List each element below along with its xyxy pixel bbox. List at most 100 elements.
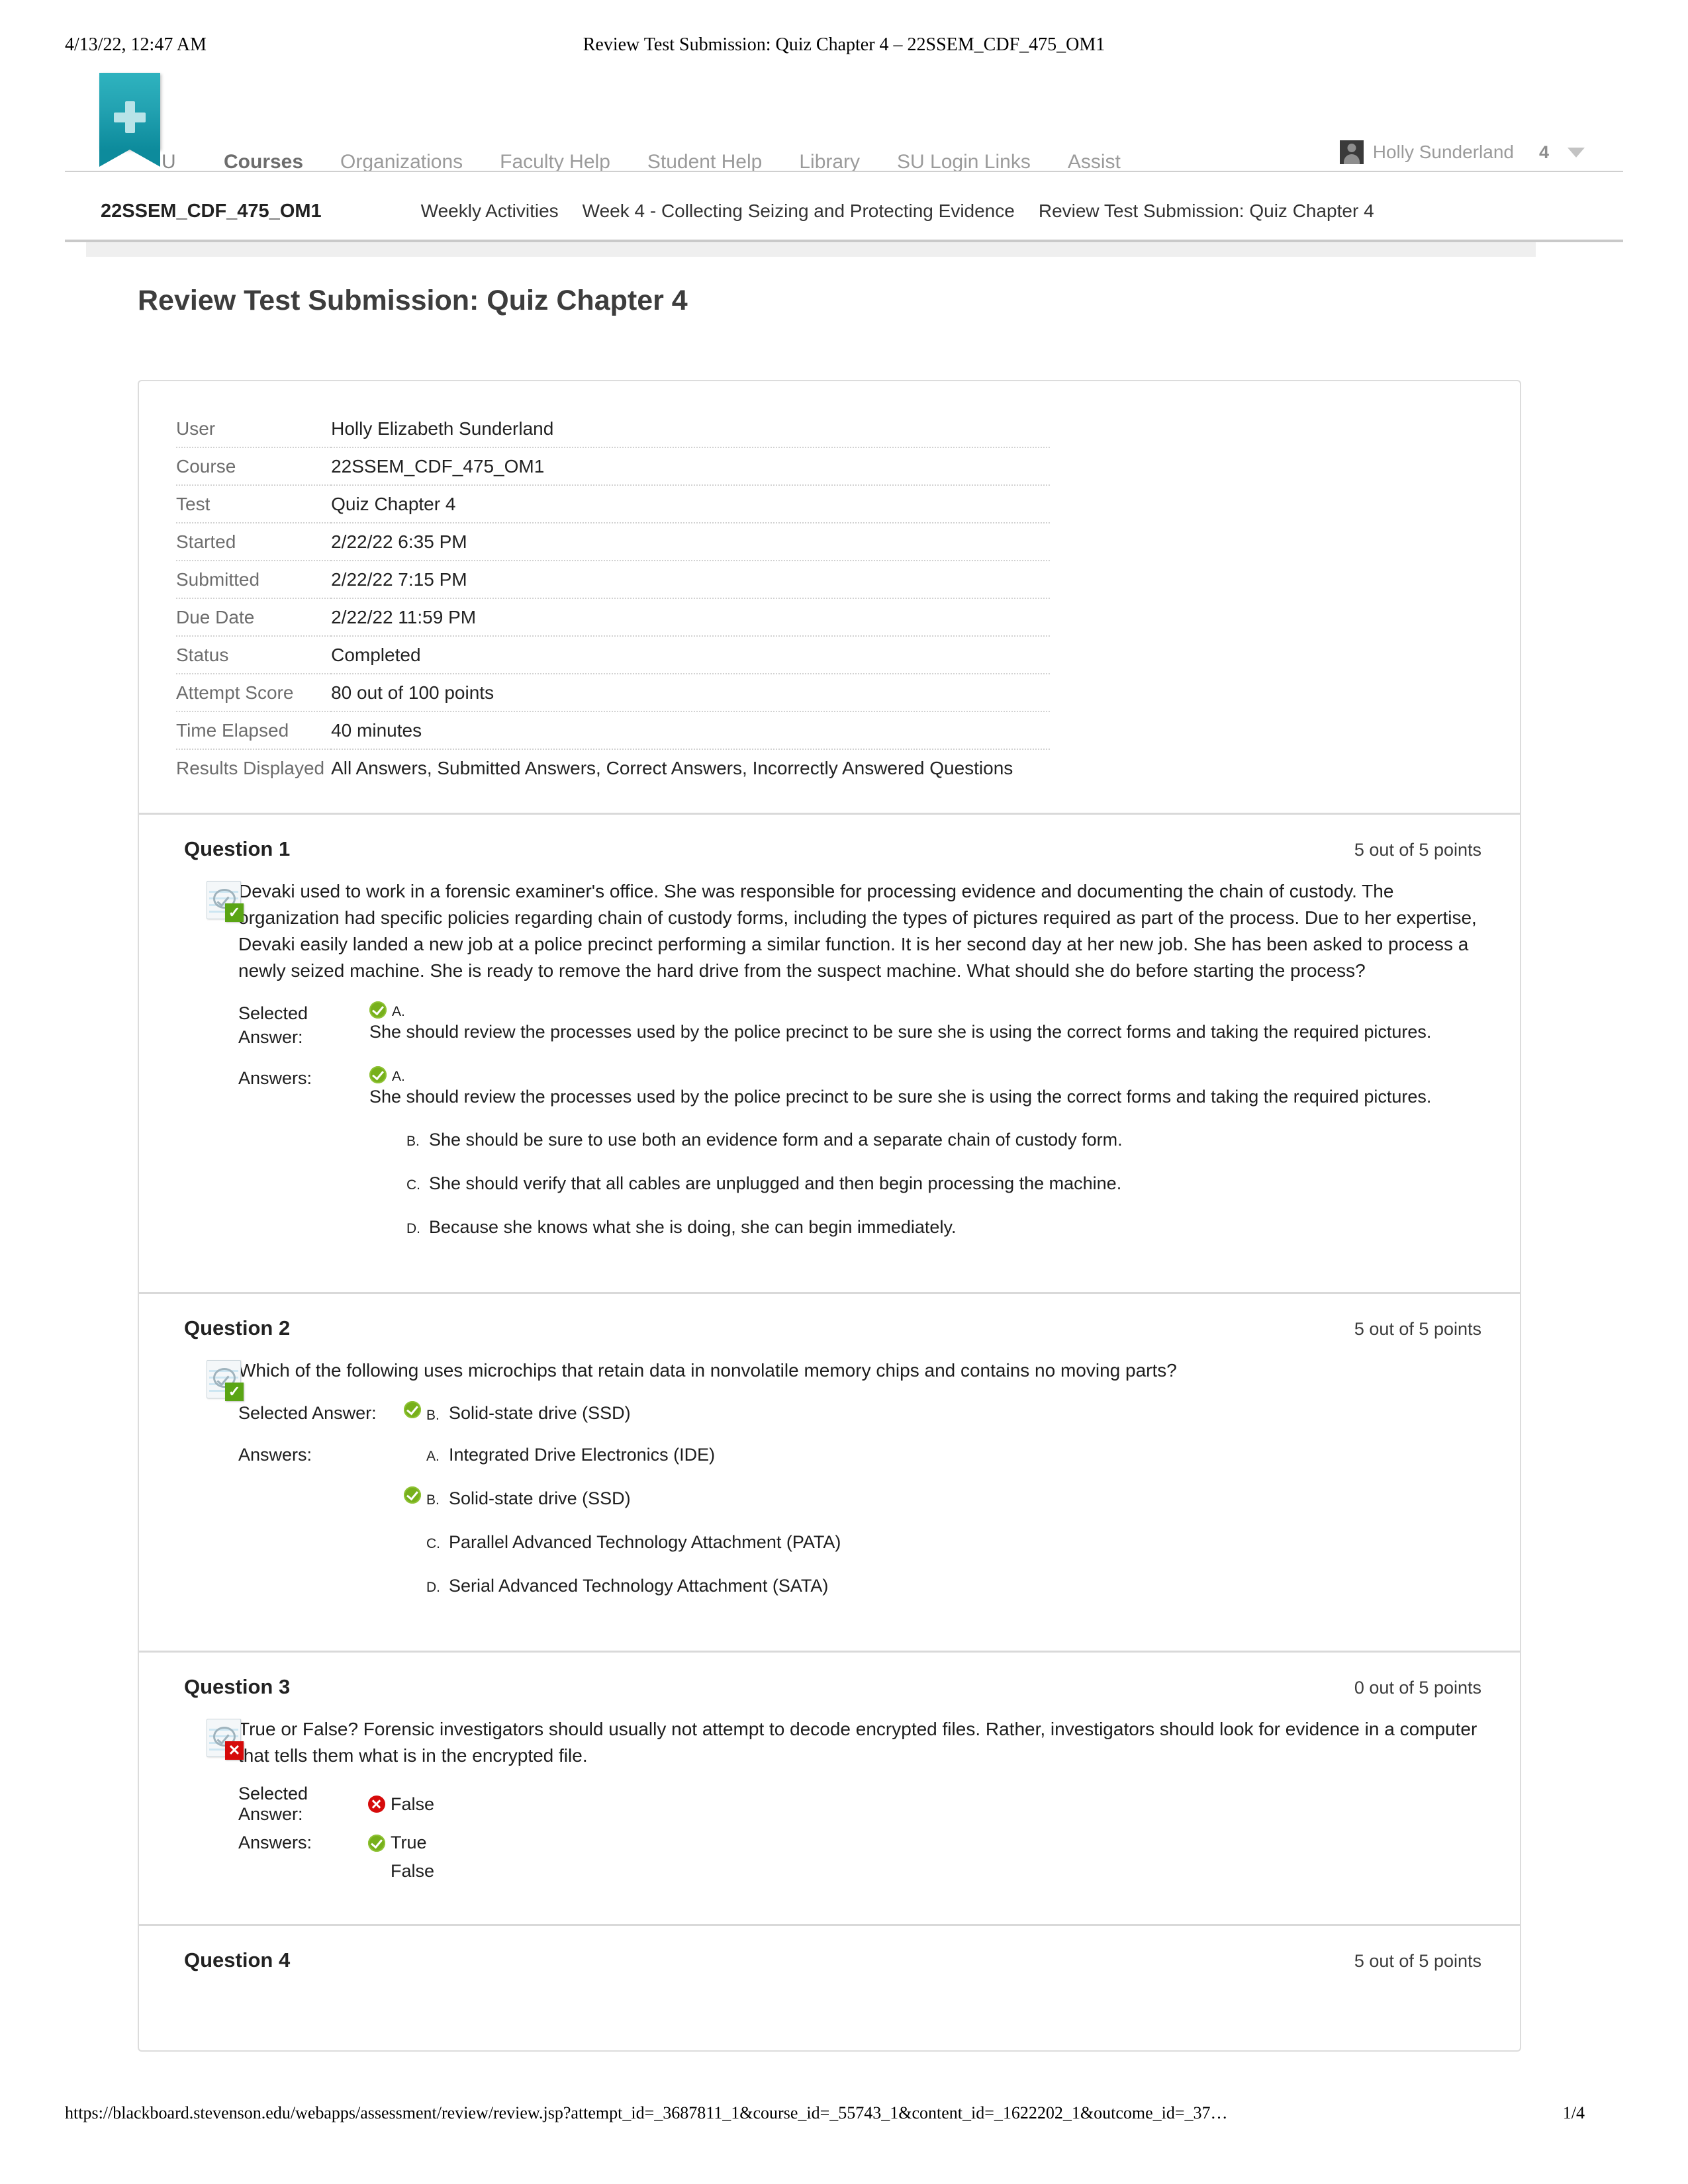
blackboard-ribbon-logo[interactable] xyxy=(99,73,160,167)
answer-text: She should review the processes used by … xyxy=(369,1087,1432,1107)
question-block: Question 1 5 out of 5 points ✓ Devaki us… xyxy=(139,813,1520,1292)
option-text: Serial Advanced Technology Attachment (S… xyxy=(449,1576,829,1596)
correct-mark-icon xyxy=(369,1066,387,1083)
info-key: Status xyxy=(176,636,332,674)
nav-item-su-login-links[interactable]: SU Login Links xyxy=(878,151,1049,173)
option-list: B. She should be sure to use both an evi… xyxy=(369,1128,1480,1239)
correct-mark-icon xyxy=(368,1834,385,1852)
answers-content: A. Integrated Drive Electronics (IDE) B.… xyxy=(404,1443,1480,1617)
answer-text: Solid-state drive (SSD) xyxy=(449,1403,631,1423)
correct-badge-icon: ✓ xyxy=(225,1383,244,1401)
option-letter: B. xyxy=(426,1492,440,1508)
answer-letter: B. xyxy=(426,1408,440,1423)
content-top-shade xyxy=(86,242,1536,257)
selected-answer-row: Selected Answer: False xyxy=(238,1784,1480,1825)
info-value: 40 minutes xyxy=(331,711,1050,750)
nav-item-library[interactable]: Library xyxy=(780,151,878,173)
info-value: Quiz Chapter 4 xyxy=(331,485,1050,523)
table-row: Submitted 2/22/22 7:15 PM xyxy=(176,561,1050,599)
list-item[interactable]: C. Parallel Advanced Technology Attachme… xyxy=(404,1530,1480,1554)
correct-mark-icon xyxy=(404,1486,421,1504)
selected-answer-label: Selected Answer: xyxy=(238,1003,308,1047)
nav-item-courses[interactable]: Courses xyxy=(205,151,322,173)
info-key: Attempt Score xyxy=(176,674,332,712)
answers-label: Answers: xyxy=(238,1833,312,1852)
question-body: ✕ True or False? Forensic investigators … xyxy=(139,1716,1520,1924)
table-row: Started 2/22/22 6:35 PM xyxy=(176,523,1050,561)
info-value: 2/22/22 6:35 PM xyxy=(331,523,1050,561)
question-points: 5 out of 5 points xyxy=(1354,1951,1481,1971)
selected-answer-label: Selected Answer: xyxy=(238,1403,377,1423)
table-row: Results Displayed All Answers, Submitted… xyxy=(176,749,1050,786)
selected-answer-block: Selected Answer: A. She should review th… xyxy=(238,1001,1480,1049)
question-document-icon: ✕ xyxy=(203,1719,244,1760)
nav-item-organizations[interactable]: Organizations xyxy=(322,151,481,173)
incorrect-badge-icon: ✕ xyxy=(225,1741,244,1760)
selected-answer-block: Selected Answer: B. Solid-state drive (S… xyxy=(238,1401,1480,1426)
option-letter: A. xyxy=(426,1449,440,1464)
answers-row: False xyxy=(238,1861,1480,1882)
question-block: Question 4 5 out of 5 points xyxy=(139,1924,1520,2050)
incorrect-mark-icon xyxy=(368,1796,385,1813)
list-item[interactable]: B. She should be sure to use both an evi… xyxy=(369,1128,1480,1152)
option-text[interactable]: False xyxy=(391,1861,434,1882)
option-letter: D. xyxy=(426,1580,440,1595)
breadcrumb-item-weekly-activities[interactable]: Weekly Activities xyxy=(409,201,571,222)
option-text: Parallel Advanced Technology Attachment … xyxy=(449,1532,841,1552)
info-value: 2/22/22 7:15 PM xyxy=(331,561,1050,599)
selected-answer-content: B. Solid-state drive (SSD) xyxy=(404,1401,1480,1426)
breadcrumb-course-id[interactable]: 22SSEM_CDF_475_OM1 xyxy=(101,201,322,222)
nav-links: Courses Organizations Faculty Help Stude… xyxy=(205,151,1139,173)
answers-block: Answers: A. She should review the proces… xyxy=(238,1066,1480,1259)
question-header: Question 4 5 out of 5 points xyxy=(139,1926,1520,1999)
question-points: 5 out of 5 points xyxy=(1354,840,1481,860)
list-item[interactable]: D. Because she knows what she is doing, … xyxy=(369,1215,1480,1239)
breadcrumb-item-week-4[interactable]: Week 4 - Collecting Seizing and Protecti… xyxy=(571,201,1027,222)
breadcrumb-item-review-test-submission: Review Test Submission: Quiz Chapter 4 xyxy=(1038,201,1374,221)
info-value: All Answers, Submitted Answers, Correct … xyxy=(331,758,1013,778)
nav-item-assist[interactable]: Assist xyxy=(1049,151,1139,173)
answers-content: A. She should review the processes used … xyxy=(369,1066,1480,1259)
info-key: Results Displayed xyxy=(176,758,325,778)
table-row: Due Date 2/22/22 11:59 PM xyxy=(176,598,1050,637)
list-item[interactable]: C. She should verify that all cables are… xyxy=(369,1171,1480,1195)
top-navigation: U Courses Organizations Faculty Help Stu… xyxy=(65,66,1623,173)
breadcrumb-trail: Weekly Activities Week 4 - Collecting Se… xyxy=(409,201,1386,222)
question-title: Question 3 xyxy=(184,1675,291,1698)
correct-mark-icon xyxy=(369,1001,387,1019)
table-row: Status Completed xyxy=(176,636,1050,674)
answers-row: Answers: A. She should review the proces… xyxy=(238,1066,1480,1259)
question-points: 5 out of 5 points xyxy=(1354,1319,1481,1339)
nav-item-student-help[interactable]: Student Help xyxy=(629,151,780,173)
question-text: True or False? Forensic investigators sh… xyxy=(238,1719,1477,1766)
user-name: Holly Sunderland xyxy=(1372,142,1514,162)
answers-row: Answers: A. Integrated Drive Electronics… xyxy=(238,1443,1480,1617)
option-text[interactable]: True xyxy=(391,1833,427,1853)
info-key: User xyxy=(176,410,332,448)
info-value: 2/22/22 11:59 PM xyxy=(331,598,1050,637)
list-item[interactable]: D. Serial Advanced Technology Attachment… xyxy=(404,1574,1480,1598)
question-header: Question 1 5 out of 5 points xyxy=(139,815,1520,878)
selected-answer-content: A. She should review the processes used … xyxy=(369,1001,1480,1044)
print-header: 4/13/22, 12:47 AM Review Test Submission… xyxy=(0,34,1688,61)
list-item[interactable]: B. Solid-state drive (SSD) xyxy=(404,1486,1480,1510)
question-text: Devaki used to work in a forensic examin… xyxy=(238,881,1477,981)
chevron-down-icon[interactable] xyxy=(1568,147,1585,158)
option-text: Solid-state drive (SSD) xyxy=(449,1488,631,1508)
no-mark-icon xyxy=(404,1574,421,1591)
info-value: Holly Elizabeth Sunderland xyxy=(331,410,1050,448)
info-value: 80 out of 100 points xyxy=(331,674,1050,712)
nav-item-faculty-help[interactable]: Faculty Help xyxy=(481,151,629,173)
option-letter: D. xyxy=(406,1221,420,1236)
info-value: 22SSEM_CDF_475_OM1 xyxy=(331,447,1050,486)
no-mark-icon xyxy=(404,1530,421,1547)
selected-answer-row: Selected Answer: A. She should review th… xyxy=(238,1001,1480,1049)
user-menu[interactable]: Holly Sunderland 4 xyxy=(1339,140,1585,164)
question-document-icon: ✓ xyxy=(203,1360,244,1401)
option-text: Integrated Drive Electronics (IDE) xyxy=(449,1445,716,1465)
question-title: Question 2 xyxy=(184,1316,291,1340)
question-body: ✓ Which of the following uses microchips… xyxy=(139,1357,1520,1651)
table-row: User Holly Elizabeth Sunderland xyxy=(176,410,1050,448)
info-key: Started xyxy=(176,523,332,561)
list-item[interactable]: A. Integrated Drive Electronics (IDE) xyxy=(404,1443,1480,1467)
